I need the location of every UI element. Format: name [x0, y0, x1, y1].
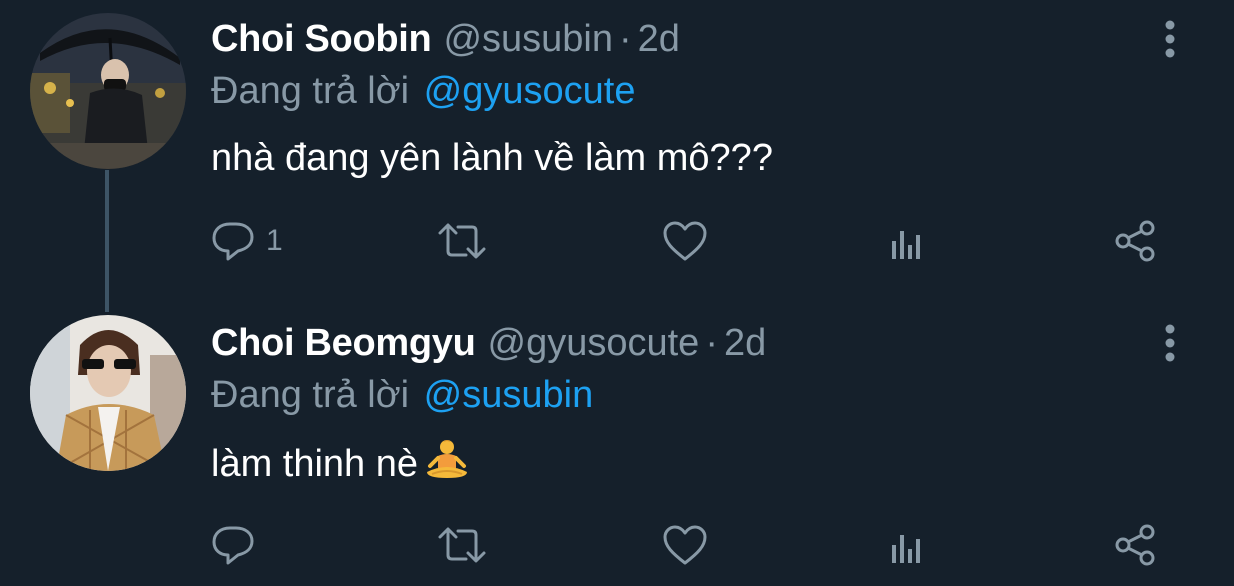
retweet-button[interactable] — [436, 520, 488, 570]
retweet-icon — [436, 219, 488, 263]
action-bar — [210, 520, 1170, 570]
more-options-button[interactable] — [1156, 322, 1184, 364]
tweet-text-container: làm thinh nè — [211, 438, 470, 494]
view-stats-button[interactable] — [888, 520, 928, 570]
share-button[interactable] — [1113, 520, 1159, 570]
mention-link[interactable]: @susubin — [424, 374, 594, 416]
display-name[interactable]: Choi Soobin — [211, 18, 432, 60]
user-handle[interactable]: @gyusocute — [488, 322, 700, 364]
tweet-text: nhà đang yên lành về làm mô??? — [211, 137, 773, 179]
timestamp[interactable]: 2d — [638, 18, 680, 60]
replying-to: Đang trả lời @susubin — [211, 372, 593, 418]
more-options-icon — [1165, 20, 1175, 58]
share-icon — [1113, 523, 1159, 567]
action-bar: 1 — [210, 216, 1170, 266]
reply-button[interactable]: 1 — [210, 216, 283, 266]
like-button[interactable] — [662, 216, 708, 266]
more-options-icon — [1165, 324, 1175, 362]
tweet[interactable]: Choi Beomgyu @gyusocute · 2d Đang trả lời @… — [0, 304, 1234, 586]
person-in-lotus-position-icon — [424, 438, 470, 494]
tweet-header: Choi Soobin @susubin · 2d — [211, 16, 680, 62]
view-stats-button[interactable] — [888, 216, 928, 266]
stats-icon — [888, 219, 928, 263]
tweet[interactable]: Choi Soobin @susubin · 2d Đang trả lời @gyu… — [0, 0, 1234, 290]
retweet-icon — [436, 523, 488, 567]
stats-icon — [888, 523, 928, 567]
avatar[interactable] — [30, 13, 186, 169]
timestamp[interactable]: 2d — [724, 322, 766, 364]
separator: · — [705, 322, 718, 364]
reply-icon — [210, 523, 256, 567]
retweet-button[interactable] — [436, 216, 488, 266]
user-handle[interactable]: @susubin — [443, 18, 613, 60]
more-options-button[interactable] — [1156, 18, 1184, 60]
reply-count: 1 — [266, 224, 283, 257]
like-icon — [662, 219, 708, 263]
like-button[interactable] — [662, 520, 708, 570]
separator: · — [619, 18, 632, 60]
replying-to-label: Đang trả lời — [211, 70, 410, 112]
replying-to-label: Đang trả lời — [211, 374, 410, 416]
share-button[interactable] — [1113, 216, 1159, 266]
reply-icon — [210, 219, 256, 263]
share-icon — [1113, 219, 1159, 263]
reply-button[interactable] — [210, 520, 266, 570]
display-name[interactable]: Choi Beomgyu — [211, 322, 476, 364]
tweet-text: làm thinh nè — [211, 443, 419, 485]
avatar[interactable] — [30, 315, 186, 471]
like-icon — [662, 523, 708, 567]
tweet-header: Choi Beomgyu @gyusocute · 2d — [211, 320, 766, 366]
replying-to: Đang trả lời @gyusocute — [211, 68, 635, 114]
mention-link[interactable]: @gyusocute — [424, 70, 636, 112]
